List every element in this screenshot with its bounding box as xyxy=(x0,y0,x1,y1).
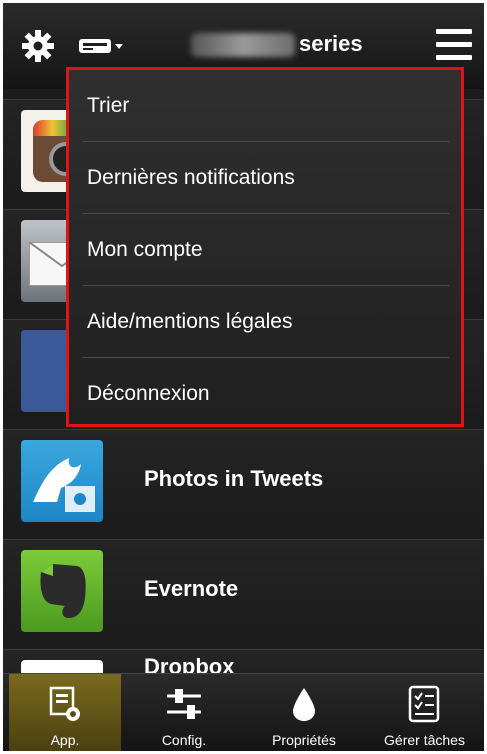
hamburger-menu-icon[interactable] xyxy=(436,27,472,63)
tab-label: Config. xyxy=(161,732,207,748)
sliders-icon xyxy=(167,689,201,719)
menu-item-sort[interactable]: Trier xyxy=(83,70,449,142)
menu-item-notifications[interactable]: Dernières notifications xyxy=(83,142,449,214)
tab-label: App. xyxy=(50,732,80,748)
evernote-icon xyxy=(21,550,103,632)
menu-item-account[interactable]: Mon compte xyxy=(83,214,449,286)
model-name-blurred xyxy=(191,33,295,57)
checklist-icon xyxy=(408,685,440,723)
tab-apps[interactable]: App. xyxy=(9,674,121,751)
menu-item-logout[interactable]: Déconnexion xyxy=(83,358,449,430)
app-label: Evernote xyxy=(144,576,239,601)
ink-drop-icon xyxy=(293,688,315,721)
printer-icon[interactable] xyxy=(77,35,125,57)
list-item[interactable]: Evernote xyxy=(3,539,484,640)
tab-config[interactable]: Config. xyxy=(125,674,243,751)
phone-screen: series Photos in Tweets Evernote Dropbox… xyxy=(3,3,484,751)
gear-icon[interactable] xyxy=(21,29,55,63)
bottom-tab-bar: App. Config. Propriétés Gérer tâches xyxy=(3,673,484,751)
menu-item-help[interactable]: Aide/mentions légales xyxy=(83,286,449,358)
model-series-label: series xyxy=(299,31,363,56)
tab-properties[interactable]: Propriétés xyxy=(245,674,363,751)
tab-label: Propriétés xyxy=(272,732,336,748)
app-label: Photos in Tweets xyxy=(144,466,324,491)
apps-icon xyxy=(49,686,80,721)
dropdown-menu: Trier Dernières notifications Mon compte… xyxy=(66,67,464,427)
tab-label: Gérer tâches xyxy=(384,732,465,748)
tab-manage-jobs[interactable]: Gérer tâches xyxy=(365,674,484,751)
photos-in-tweets-icon xyxy=(21,440,103,522)
list-item[interactable]: Photos in Tweets xyxy=(3,429,484,530)
